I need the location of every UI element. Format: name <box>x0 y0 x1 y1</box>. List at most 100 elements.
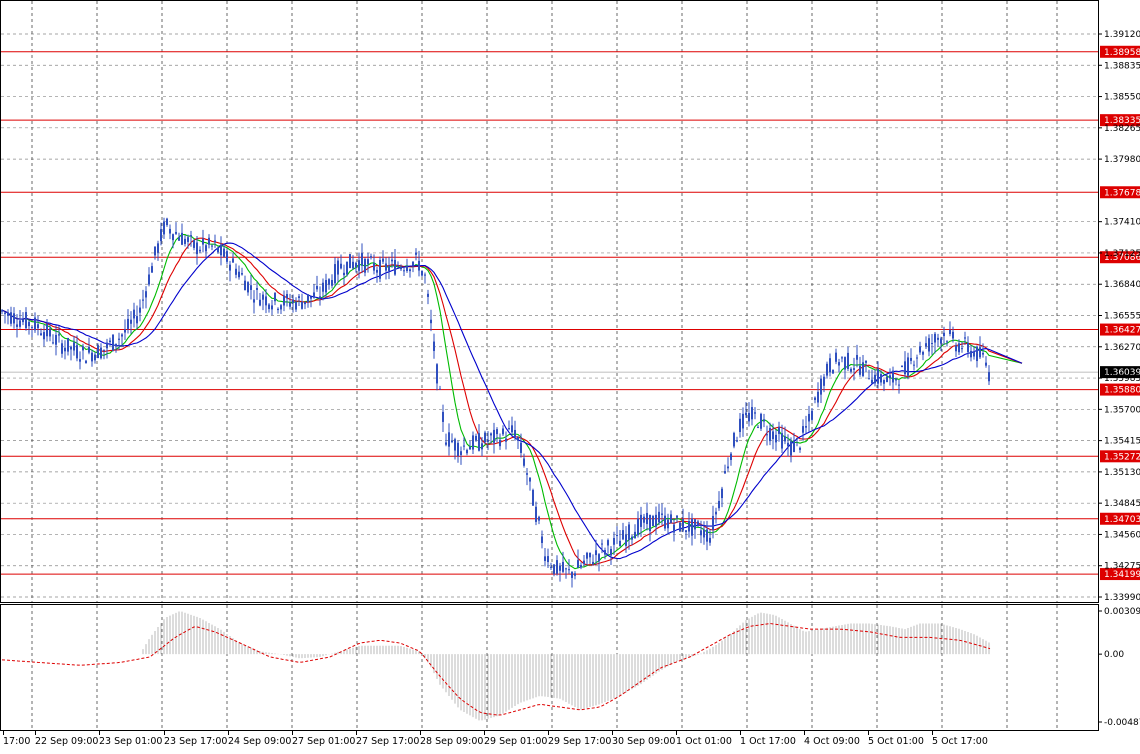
candle-body <box>727 466 729 469</box>
candle-body <box>802 426 804 433</box>
candle-body <box>139 307 141 313</box>
candle-body <box>244 280 246 291</box>
candle-body <box>940 338 942 344</box>
candle-body <box>718 500 720 509</box>
candle-body <box>808 413 810 422</box>
price-tick-label: 1.37980 <box>1104 155 1140 165</box>
candle-body <box>589 552 591 558</box>
candle-body <box>613 538 615 545</box>
candle-body <box>376 269 378 273</box>
macd-tick-label: 0.00 <box>1104 650 1124 660</box>
candle-body <box>658 511 660 523</box>
candle-body <box>460 451 462 455</box>
candle-body <box>349 254 351 268</box>
candle-body <box>43 332 45 340</box>
candle-body <box>385 263 387 271</box>
candle-body <box>427 293 429 297</box>
candle-body <box>862 362 864 377</box>
candle-body <box>895 379 897 381</box>
candle-body <box>295 301 297 310</box>
candle-body <box>184 238 186 244</box>
candle-body <box>1 310 3 312</box>
time-tick-label: 27 Sep 01:00 <box>292 736 355 747</box>
candle-body <box>517 437 519 441</box>
candle-body <box>886 376 888 383</box>
candle-body <box>826 363 828 376</box>
candle-body <box>655 514 657 527</box>
candle-body <box>403 270 405 272</box>
candle-body <box>130 319 132 324</box>
candle-body <box>490 433 492 436</box>
candle-body <box>652 515 654 527</box>
candle-body <box>10 312 12 324</box>
candle-body <box>775 434 777 443</box>
price-tick-label: 1.36270 <box>1104 343 1140 353</box>
candle-body <box>145 291 147 298</box>
candle-body <box>907 357 909 376</box>
candle-body <box>439 388 441 390</box>
candle-body <box>40 333 42 336</box>
candle-body <box>172 234 174 241</box>
price-tick-label: 1.37125 <box>1104 249 1140 259</box>
candle-body <box>388 265 390 271</box>
price-tick-label: 1.36555 <box>1104 312 1140 322</box>
candle-body <box>820 378 822 395</box>
candle-body <box>964 337 966 339</box>
price-tick-label: 1.39120 <box>1104 30 1140 40</box>
candle-body <box>478 433 480 451</box>
candle-body <box>625 534 627 546</box>
candle-body <box>283 295 285 306</box>
candle-body <box>136 316 138 324</box>
candle-body <box>394 259 396 275</box>
candle-body <box>985 362 987 366</box>
candle-body <box>448 432 450 447</box>
candle-body <box>142 299 144 301</box>
candle-body <box>712 515 714 530</box>
candle-body <box>379 259 381 279</box>
candle-body <box>436 364 438 384</box>
candle-body <box>256 287 258 290</box>
candle-body <box>835 352 837 362</box>
candle-body <box>127 318 129 329</box>
candle-body <box>352 261 354 269</box>
candle-body <box>193 240 195 248</box>
macd-tick-label: -0.004874 <box>1104 718 1140 728</box>
candle-body <box>430 319 432 324</box>
candle-body <box>373 263 375 271</box>
candle-body <box>361 253 363 266</box>
candle-body <box>343 272 345 276</box>
candle-body <box>22 319 24 323</box>
candle-body <box>106 342 108 349</box>
candle-body <box>874 374 876 384</box>
candle-body <box>721 488 723 499</box>
candle-body <box>859 365 861 375</box>
candle-body <box>481 443 483 450</box>
candle-body <box>574 573 576 576</box>
candle-body <box>334 264 336 284</box>
candle-body <box>325 280 327 293</box>
candle-body <box>664 515 666 529</box>
candle-body <box>280 305 282 310</box>
candle-body <box>115 343 117 347</box>
level-label: 1.37678 <box>1104 188 1140 198</box>
time-tick-label: 27 Sep 17:00 <box>356 736 419 747</box>
candle-body <box>286 294 288 299</box>
candle-body <box>976 346 978 362</box>
candle-body <box>49 328 51 337</box>
candle-body <box>238 271 240 278</box>
candle-body <box>949 329 951 335</box>
candle-body <box>967 342 969 353</box>
candle-body <box>355 262 357 268</box>
candle-body <box>316 286 318 290</box>
candle-body <box>499 439 501 447</box>
candle-body <box>565 568 567 570</box>
candle-body <box>607 540 609 546</box>
candle-body <box>769 428 771 442</box>
candle-body <box>736 440 738 442</box>
price-tick-label: 1.35130 <box>1104 468 1140 478</box>
candle-body <box>865 360 867 363</box>
time-tick-label: 23 Sep 17:00 <box>164 736 227 747</box>
candle-body <box>268 304 270 310</box>
candle-body <box>766 434 768 436</box>
candle-body <box>679 522 681 532</box>
